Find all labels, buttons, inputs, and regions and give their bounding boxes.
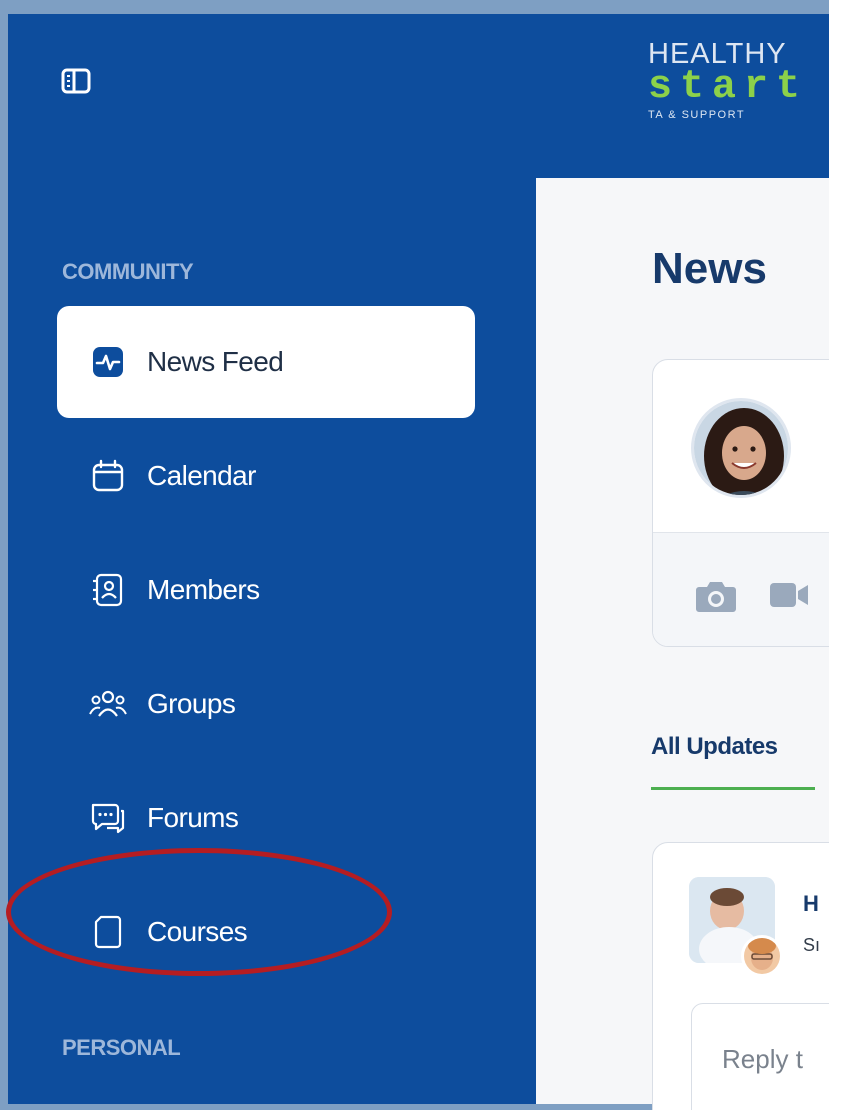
sidebar-item-label: Members: [147, 574, 260, 605]
video-icon[interactable]: [769, 581, 809, 609]
activity-post: H Sı Reply t: [652, 842, 852, 1110]
brand-logo[interactable]: HEALTHY start TA & SUPPORT: [648, 38, 829, 121]
sidebar-item-calendar[interactable]: Calendar: [57, 420, 475, 532]
sidebar-item-groups[interactable]: Groups: [57, 648, 475, 760]
activity-icon: [87, 341, 129, 383]
groups-icon: [87, 683, 129, 725]
logo-tagline: TA & SUPPORT: [648, 109, 746, 121]
post-author[interactable]: H: [803, 891, 819, 917]
avatar: [691, 398, 791, 498]
forums-icon: [87, 797, 129, 839]
page-title: News: [652, 244, 767, 293]
camera-icon[interactable]: [695, 579, 737, 613]
calendar-icon: [87, 455, 129, 497]
sidebar-item-label: Calendar: [147, 460, 256, 491]
logo-wordmark-main: start: [648, 65, 809, 110]
section-label-community: COMMUNITY: [62, 259, 194, 284]
sidebar-item-label: Forums: [147, 802, 239, 833]
sidebar-item-members[interactable]: Members: [57, 534, 475, 646]
sidebar-item-label: Groups: [147, 688, 236, 719]
annotation-circle: [6, 848, 392, 976]
section-label-personal: PERSONAL: [62, 1035, 181, 1060]
post-composer[interactable]: [652, 359, 852, 647]
avatar[interactable]: [741, 935, 783, 977]
post-meta: Sı: [803, 935, 821, 955]
composer-toolbar: [653, 532, 851, 646]
tab-all-updates[interactable]: All Updates: [651, 733, 778, 761]
members-icon: [87, 569, 129, 611]
sidebar-item-news-feed[interactable]: News Feed: [57, 306, 475, 418]
sidebar-item-label: News Feed: [147, 346, 284, 377]
sidebar-toggle-icon[interactable]: [61, 68, 91, 94]
reply-box: Reply t: [691, 1003, 851, 1110]
reply-input[interactable]: Reply t: [722, 1044, 803, 1075]
active-tab-indicator: [651, 787, 815, 790]
